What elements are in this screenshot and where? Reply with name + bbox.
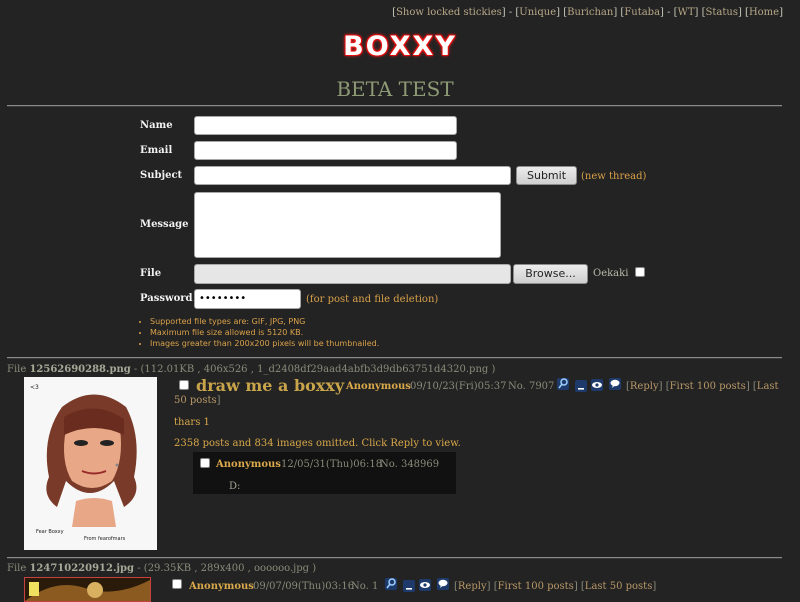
file-label: File: [140, 268, 162, 279]
rule-item: Images greater than 200x200 pixels will …: [150, 338, 379, 349]
reply-number[interactable]: No. 348969: [380, 459, 439, 470]
omitted-notice: 2358 posts and 834 images omitted. Click…: [174, 438, 461, 449]
hide-icon[interactable]: [403, 580, 415, 592]
board-title: BETA TEST: [336, 77, 454, 101]
thread-thumbnail[interactable]: <3 Fear Boxxy From fearofmars: [24, 377, 157, 550]
name-label: Name: [140, 120, 173, 131]
thread-links-cont: 50 posts]: [174, 395, 221, 406]
message-label: Message: [140, 219, 189, 230]
password-input[interactable]: ••••••••: [194, 289, 301, 309]
nav-wt[interactable]: WT: [678, 7, 695, 18]
nav-show-locked-stickies[interactable]: Show locked stickies: [396, 7, 502, 18]
subject-label: Subject: [140, 170, 183, 181]
divider: [7, 357, 782, 359]
svg-text:Fear Boxxy: Fear Boxxy: [36, 529, 64, 535]
delete-checkbox[interactable]: [179, 380, 189, 390]
logo-text: BOXXY: [343, 31, 457, 62]
password-note: (for post and file deletion): [306, 294, 439, 305]
thread-subject: draw me a boxxy: [196, 376, 345, 395]
nav-futaba[interactable]: Futaba: [624, 7, 660, 18]
pin-icon[interactable]: [385, 578, 397, 590]
delete-checkbox[interactable]: [172, 579, 182, 589]
hide-icon[interactable]: [575, 380, 587, 392]
reply-date: 12/05/31(Thu)06:18: [281, 459, 383, 470]
email-label: Email: [140, 145, 173, 156]
top-nav: [Show locked stickies] - [Unique] [Buric…: [392, 7, 783, 18]
reply-link[interactable]: Reply: [458, 581, 487, 592]
file-info: File 12562690288.png - (112.01KB , 406x5…: [7, 364, 496, 375]
svg-text:From fearofmars: From fearofmars: [84, 536, 126, 542]
thumbnail-image: [25, 578, 150, 601]
reply-message: D:: [229, 481, 241, 492]
nav-home[interactable]: Home: [749, 7, 779, 18]
site-logo: BOXXY: [0, 31, 800, 62]
browse-button[interactable]: Browse...: [513, 264, 588, 284]
name-input[interactable]: [194, 116, 457, 135]
email-input[interactable]: [194, 141, 457, 160]
submit-button[interactable]: Submit: [516, 166, 577, 185]
poster-name: Anonymous: [346, 381, 411, 392]
poster-name: Anonymous: [189, 581, 254, 592]
rules-list: Supported file types are: GIF, JPG, PNG …: [140, 316, 379, 349]
reply-poster-name: Anonymous: [216, 459, 281, 470]
svg-text:<3: <3: [30, 384, 39, 391]
quick-reply-icon[interactable]: [437, 578, 449, 590]
pin-icon[interactable]: [557, 378, 569, 390]
post-date: 09/07/09(Thu)03:16: [253, 581, 355, 592]
message-textarea[interactable]: [194, 192, 501, 258]
divider: [7, 105, 782, 107]
first-100-link[interactable]: First 100 posts: [498, 581, 574, 592]
watch-icon[interactable]: [591, 379, 603, 391]
nav-burichan[interactable]: Burichan: [567, 7, 613, 18]
password-label: Password: [140, 293, 193, 304]
boxxy-drawing: <3 Fear Boxxy From fearofmars: [24, 377, 157, 550]
watch-icon[interactable]: [419, 579, 431, 591]
file-link[interactable]: 124710220912.jpg: [29, 563, 134, 574]
post-number[interactable]: No. 7907: [508, 381, 554, 392]
post-number[interactable]: No. 1: [351, 581, 378, 592]
oekaki-checkbox[interactable]: [635, 267, 645, 277]
file-path-field[interactable]: [194, 264, 511, 284]
last-50-link[interactable]: Last 50 posts: [585, 581, 653, 592]
reply-delete-checkbox[interactable]: [200, 458, 210, 468]
rule-item: Supported file types are: GIF, JPG, PNG: [150, 316, 379, 327]
thread-thumbnail[interactable]: [24, 577, 151, 602]
file-info: File 124710220912.jpg - (29.35KB , 289x4…: [7, 563, 317, 574]
nav-status[interactable]: Status: [706, 7, 738, 18]
subject-input[interactable]: [194, 166, 511, 185]
new-thread-note: (new thread): [581, 171, 647, 182]
last-50-link-cont[interactable]: 50 posts: [174, 395, 217, 406]
thread-links: [Reply] [First 100 posts] [Last: [626, 381, 779, 392]
reply-post: Anonymous 12/05/31(Thu)06:18 No. 348969 …: [193, 452, 456, 494]
divider: [7, 557, 782, 559]
thread-links: [Reply] [First 100 posts] [Last 50 posts…: [454, 581, 657, 592]
oekaki-label: Oekaki: [593, 268, 629, 279]
nav-unique[interactable]: Unique: [519, 7, 556, 18]
file-link[interactable]: 12562690288.png: [29, 364, 130, 375]
rule-item: Maximum file size allowed is 5120 KB.: [150, 327, 379, 338]
reply-link[interactable]: Reply: [630, 381, 659, 392]
post-message: thars 1: [174, 417, 210, 428]
last-50-link[interactable]: Last: [757, 381, 779, 392]
quick-reply-icon[interactable]: [609, 378, 621, 390]
post-date: 09/10/23(Fri)05:37: [410, 381, 507, 392]
first-100-link[interactable]: First 100 posts: [670, 381, 746, 392]
